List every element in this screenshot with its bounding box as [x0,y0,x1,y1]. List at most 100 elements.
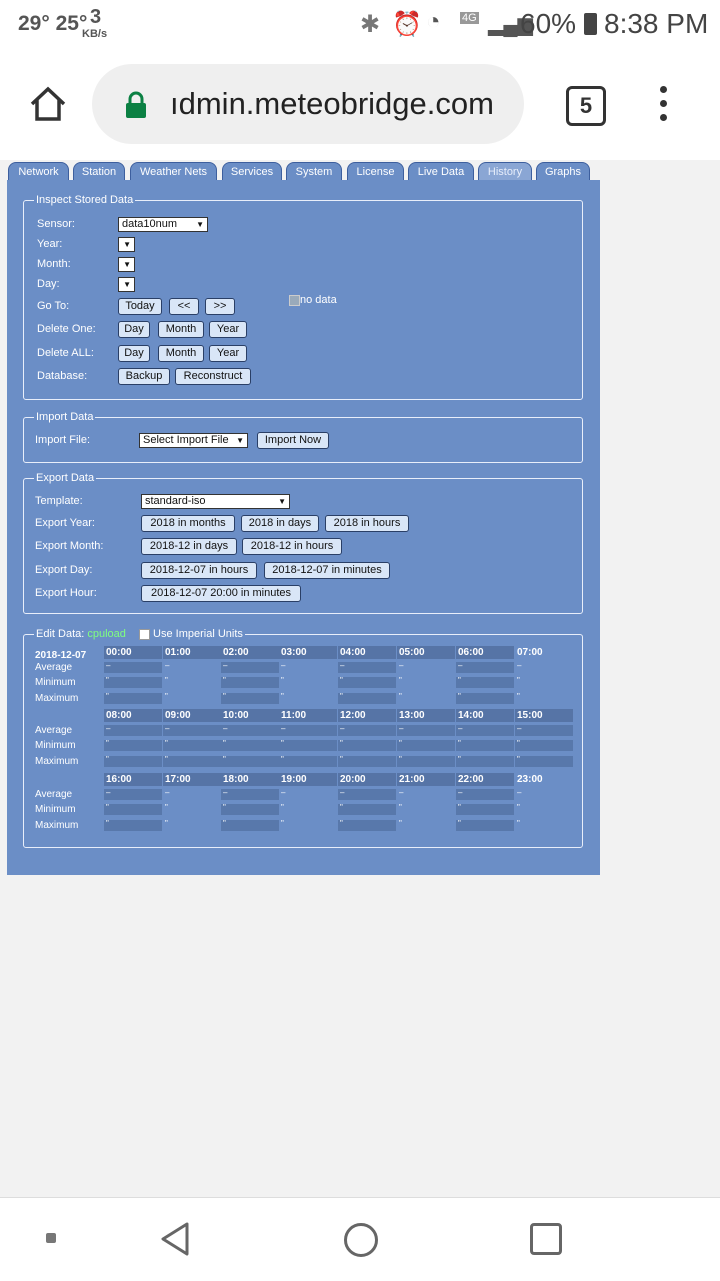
hour-value-input[interactable]: – [104,789,162,800]
hour-value-input[interactable]: " [338,820,396,831]
export-day-hours-button[interactable]: 2018-12-07 in hours [141,562,257,579]
hour-value-input[interactable]: – [456,662,514,673]
hour-value-input[interactable]: " [221,677,279,688]
previous-button[interactable]: << [169,298,199,315]
month-select[interactable]: ▼ [118,257,135,272]
hour-value-input[interactable]: " [279,677,337,688]
hour-value-input[interactable]: " [163,804,221,815]
hour-value-input[interactable]: – [221,725,279,736]
hour-value-input[interactable]: – [397,662,455,673]
hour-value-input[interactable]: " [338,756,396,767]
tab-live-data[interactable]: Live Data [408,162,474,180]
delete-one-day-button[interactable]: Day [118,321,150,338]
backup-button[interactable]: Backup [118,368,170,385]
hour-value-input[interactable]: " [221,756,279,767]
hour-value-input[interactable]: " [338,804,396,815]
year-select[interactable]: ▼ [118,237,135,252]
hour-value-input[interactable]: – [279,725,337,736]
hour-value-input[interactable]: – [163,662,221,673]
tab-license[interactable]: License [347,162,404,180]
hour-value-input[interactable]: " [279,804,337,815]
hour-value-input[interactable]: " [515,677,573,688]
hour-value-input[interactable]: " [104,677,162,688]
hour-value-input[interactable]: " [397,804,455,815]
hour-value-input[interactable]: – [397,725,455,736]
hour-value-input[interactable]: " [163,820,221,831]
hour-value-input[interactable]: " [279,740,337,751]
hour-value-input[interactable]: " [221,804,279,815]
export-year-months-button[interactable]: 2018 in months [141,515,235,532]
export-year-days-button[interactable]: 2018 in days [241,515,319,532]
hour-value-input[interactable]: " [163,693,221,704]
hour-value-input[interactable]: " [279,820,337,831]
export-month-days-button[interactable]: 2018-12 in days [141,538,237,555]
small-square-icon[interactable] [46,1233,56,1243]
hour-value-input[interactable]: " [397,693,455,704]
template-select[interactable]: standard-iso ▼ [141,494,290,509]
hour-value-input[interactable]: – [397,789,455,800]
hour-value-input[interactable]: – [221,789,279,800]
hour-value-input[interactable]: – [456,789,514,800]
hour-value-input[interactable]: " [515,804,573,815]
hour-value-input[interactable]: " [397,756,455,767]
hour-value-input[interactable]: " [456,820,514,831]
hour-value-input[interactable]: – [279,789,337,800]
hour-value-input[interactable]: " [397,677,455,688]
export-month-hours-button[interactable]: 2018-12 in hours [242,538,342,555]
hour-value-input[interactable]: " [221,740,279,751]
hour-value-input[interactable]: " [456,677,514,688]
reconstruct-button[interactable]: Reconstruct [175,368,251,385]
delete-one-month-button[interactable]: Month [158,321,204,338]
tab-switcher-button[interactable]: 5 [566,86,606,126]
hour-value-input[interactable]: " [104,820,162,831]
hour-value-input[interactable]: " [104,693,162,704]
home-icon[interactable] [28,84,68,124]
hour-value-input[interactable]: " [456,804,514,815]
export-year-hours-button[interactable]: 2018 in hours [325,515,409,532]
tab-station[interactable]: Station [73,162,125,180]
hour-value-input[interactable]: " [397,740,455,751]
import-file-select[interactable]: Select Import File ▼ [139,433,248,448]
tab-network[interactable]: Network [8,162,69,180]
hour-value-input[interactable]: " [456,740,514,751]
hour-value-input[interactable]: " [338,740,396,751]
tab-weather-nets[interactable]: Weather Nets [130,162,217,180]
hour-value-input[interactable]: " [456,693,514,704]
hour-value-input[interactable]: – [338,789,396,800]
tab-graphs[interactable]: Graphs [536,162,590,180]
next-button[interactable]: >> [205,298,235,315]
hour-value-input[interactable]: – [515,662,573,673]
hour-value-input[interactable]: – [515,725,573,736]
hour-value-input[interactable]: – [515,789,573,800]
delete-one-year-button[interactable]: Year [209,321,247,338]
hour-value-input[interactable]: " [338,677,396,688]
hour-value-input[interactable]: " [104,804,162,815]
hour-value-input[interactable]: " [515,693,573,704]
hour-value-input[interactable]: " [221,693,279,704]
hour-value-input[interactable]: " [397,820,455,831]
hour-value-input[interactable]: " [163,756,221,767]
day-select[interactable]: ▼ [118,277,135,292]
hour-value-input[interactable]: – [338,662,396,673]
hour-value-input[interactable]: – [338,725,396,736]
hour-value-input[interactable]: " [515,756,573,767]
hour-value-input[interactable]: – [163,725,221,736]
tab-system[interactable]: System [286,162,342,180]
delete-all-year-button[interactable]: Year [209,345,247,362]
back-icon[interactable] [158,1220,192,1258]
menu-icon[interactable] [654,86,674,126]
recents-icon[interactable] [530,1223,562,1255]
hour-value-input[interactable]: – [104,725,162,736]
home-circle-icon[interactable] [344,1223,378,1257]
hour-value-input[interactable]: " [515,740,573,751]
delete-all-month-button[interactable]: Month [158,345,204,362]
tab-history[interactable]: History [478,162,532,180]
import-now-button[interactable]: Import Now [257,432,329,449]
hour-value-input[interactable]: " [104,740,162,751]
hour-value-input[interactable]: " [456,756,514,767]
url-text[interactable]: ıdmin.meteobridge.com [170,86,494,122]
sensor-select[interactable]: data10num ▼ [118,217,208,232]
hour-value-input[interactable]: – [456,725,514,736]
imperial-units-checkbox[interactable] [138,628,150,640]
hour-value-input[interactable]: " [104,756,162,767]
